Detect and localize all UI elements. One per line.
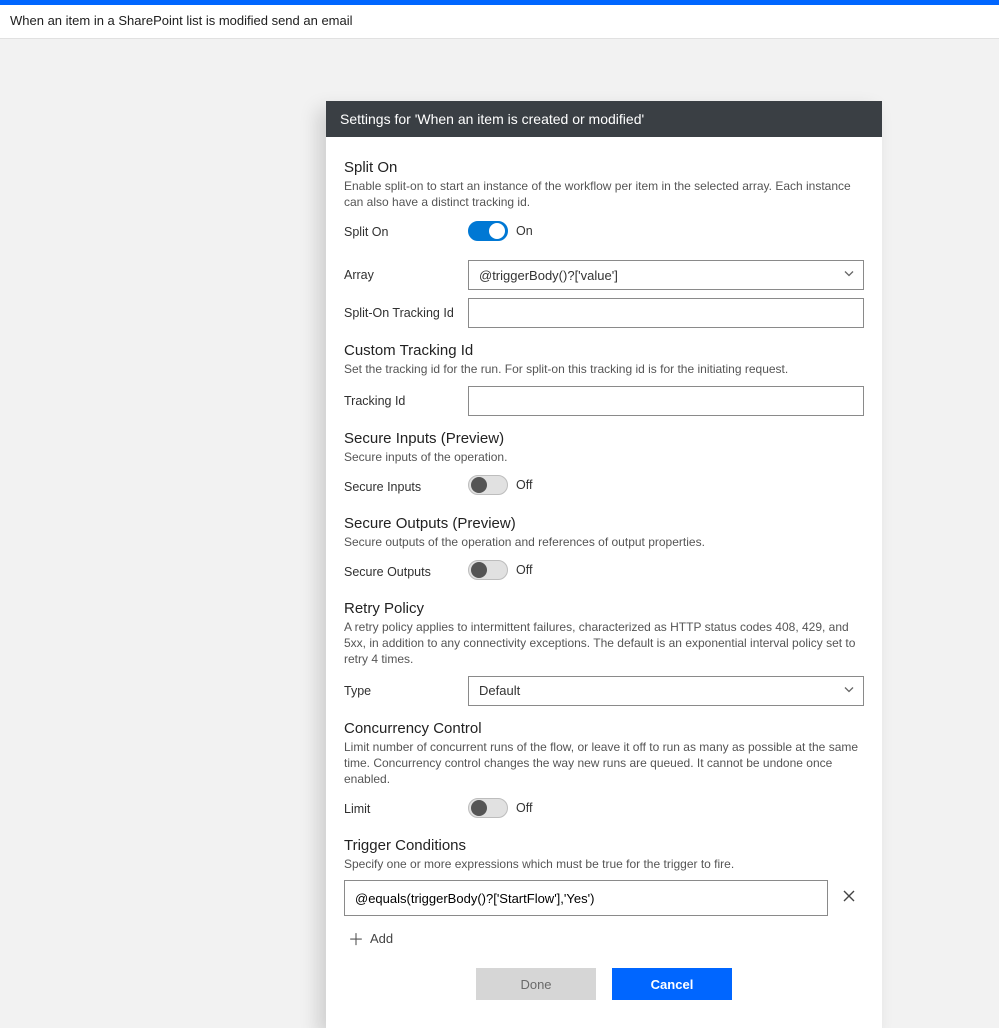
panel-body: Split On Enable split-on to start an ins… (326, 137, 882, 1028)
concurrency-desc: Limit number of concurrent runs of the f… (344, 739, 864, 788)
split-on-toggle-label: Split On (344, 225, 468, 239)
split-on-tracking-id-label: Split-On Tracking Id (344, 306, 468, 320)
flow-canvas: Settings for 'When an item is created or… (0, 39, 999, 823)
secure-inputs-label: Secure Inputs (344, 480, 468, 494)
trigger-conditions-title: Trigger Conditions (344, 837, 864, 854)
retry-type-value: Default (479, 683, 520, 698)
split-on-toggle[interactable] (468, 221, 508, 241)
retry-policy-title: Retry Policy (344, 600, 864, 617)
array-label: Array (344, 268, 468, 282)
secure-outputs-desc: Secure outputs of the operation and refe… (344, 534, 864, 550)
secure-inputs-state: Off (516, 478, 532, 492)
panel-footer: Done Cancel (344, 954, 864, 1018)
concurrency-toggle[interactable] (468, 798, 508, 818)
trigger-condition-row (344, 880, 864, 916)
cancel-button[interactable]: Cancel (612, 968, 732, 1000)
secure-inputs-desc: Secure inputs of the operation. (344, 449, 864, 465)
concurrency-state: Off (516, 801, 532, 815)
settings-panel: Settings for 'When an item is created or… (326, 101, 882, 1028)
custom-tracking-title: Custom Tracking Id (344, 342, 864, 359)
tracking-id-label: Tracking Id (344, 394, 468, 408)
split-on-title: Split On (344, 159, 864, 176)
trigger-condition-input[interactable] (344, 880, 828, 916)
add-condition-button[interactable]: ＋ Add (348, 926, 393, 950)
split-on-toggle-state: On (516, 224, 533, 238)
split-on-tracking-id-input[interactable] (468, 298, 864, 328)
concurrency-title: Concurrency Control (344, 720, 864, 737)
retry-type-label: Type (344, 684, 468, 698)
tracking-id-input[interactable] (468, 386, 864, 416)
breadcrumb: When an item in a SharePoint list is mod… (0, 5, 999, 39)
secure-outputs-title: Secure Outputs (Preview) (344, 515, 864, 532)
chevron-down-icon (843, 268, 855, 283)
secure-inputs-title: Secure Inputs (Preview) (344, 430, 864, 447)
remove-condition-button[interactable] (834, 883, 864, 913)
secure-outputs-label: Secure Outputs (344, 565, 468, 579)
split-on-desc: Enable split-on to start an instance of … (344, 178, 864, 210)
secure-inputs-toggle[interactable] (468, 475, 508, 495)
retry-policy-desc: A retry policy applies to intermittent f… (344, 619, 864, 668)
panel-title: Settings for 'When an item is created or… (326, 101, 882, 137)
trigger-conditions-desc: Specify one or more expressions which mu… (344, 856, 864, 872)
chevron-down-icon (843, 683, 855, 698)
array-dropdown[interactable]: @triggerBody()?['value'] (468, 260, 864, 290)
plus-icon: ＋ (348, 926, 364, 950)
retry-type-dropdown[interactable]: Default (468, 676, 864, 706)
secure-outputs-toggle[interactable] (468, 560, 508, 580)
close-icon (841, 888, 857, 909)
array-dropdown-value: @triggerBody()?['value'] (479, 268, 618, 283)
custom-tracking-desc: Set the tracking id for the run. For spl… (344, 361, 864, 377)
add-condition-label: Add (370, 931, 393, 946)
secure-outputs-state: Off (516, 563, 532, 577)
done-button[interactable]: Done (476, 968, 596, 1000)
